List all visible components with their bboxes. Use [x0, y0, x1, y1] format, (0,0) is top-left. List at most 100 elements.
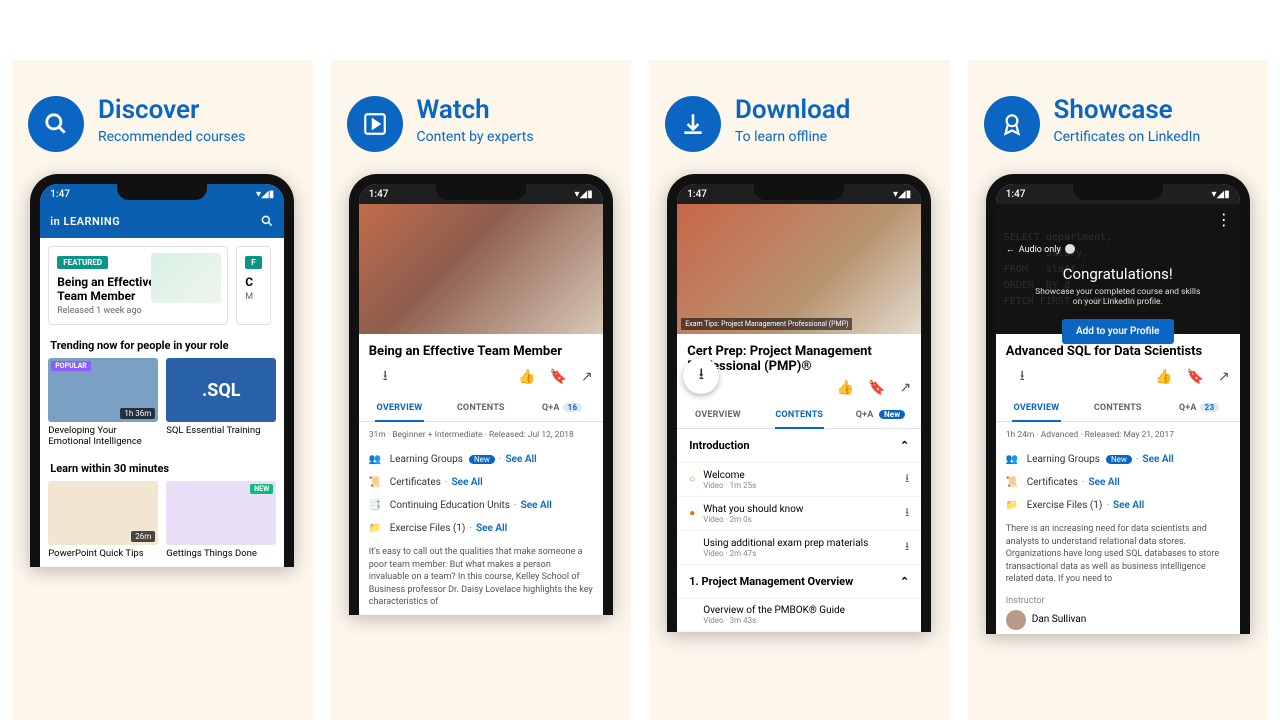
notch [117, 182, 207, 200]
status-time: 1:47 [687, 189, 707, 200]
row-label: Exercise Files (1) [1027, 500, 1103, 511]
tab-overview[interactable]: OVERVIEW [677, 402, 758, 428]
bookmark-icon[interactable]: 🔖 [550, 369, 567, 385]
section-title: Learn within 30 minutes [50, 462, 276, 475]
featured-released: Released 1 week ago [57, 306, 141, 316]
download-icon [665, 96, 721, 152]
video-hero[interactable] [359, 204, 603, 334]
status-bar: 1:47 ▾◢▮ [359, 184, 603, 204]
download-bubble-button[interactable]: ⭳ [683, 358, 719, 394]
tab-qa[interactable]: Q+A New [840, 402, 921, 428]
course-title: PowerPoint Quick Tips [48, 548, 158, 559]
lesson-title: Welcome [703, 470, 744, 481]
status-icons: ▾◢▮ [575, 189, 593, 200]
lesson-meta: Video · 2m 0s [703, 515, 905, 524]
search-icon[interactable] [260, 214, 274, 228]
panel-title: Download [735, 96, 850, 125]
see-all-link[interactable]: See All [1088, 477, 1119, 488]
course-title: SQL Essential Training [166, 425, 276, 436]
lesson-item[interactable]: ○WelcomeVideo · 1m 25s⭳ [677, 463, 921, 497]
lesson-item[interactable]: Overview of the PMBOK® GuideVideo · 3m 4… [677, 599, 921, 632]
share-icon[interactable]: ↗ [581, 369, 593, 385]
tab-overview[interactable]: OVERVIEW [359, 395, 440, 421]
tab-contents[interactable]: CONTENTS [759, 402, 840, 428]
course-description: There is an increasing need for data sci… [996, 517, 1240, 592]
course-meta: 1h 24m · Advanced · Released: May 21, 20… [996, 422, 1240, 448]
course-title: Developing Your Emotional Intelligence [48, 425, 158, 448]
brand-label: in LEARNING [50, 215, 120, 228]
ribbon-icon [984, 96, 1040, 152]
qa-count-badge: 16 [563, 403, 583, 412]
bookmark-icon[interactable]: 🔖 [868, 380, 885, 396]
new-badge: New [469, 455, 495, 464]
featured-tag: F [245, 256, 261, 269]
download-icon[interactable]: ⭳ [905, 537, 909, 558]
lesson-title: Overview of the PMBOK® Guide [703, 605, 845, 616]
panel-subtitle: To learn offline [735, 129, 850, 145]
section-intro[interactable]: Introduction ⌃ [677, 429, 921, 463]
share-icon[interactable]: ↗ [1218, 369, 1230, 385]
panel-watch: Watch Content by experts 1:47 ▾◢▮ Being … [331, 60, 632, 720]
tab-overview[interactable]: OVERVIEW [996, 395, 1077, 421]
download-icon[interactable]: ⭳ [905, 503, 909, 524]
share-icon[interactable]: ↗ [900, 380, 912, 396]
download-icon[interactable]: ⭳ [1020, 365, 1025, 389]
audio-only-toggle[interactable]: ← Audio only ⚪ [1006, 244, 1076, 255]
course-thumb[interactable]: .SQL SQL Essential Training [166, 358, 276, 448]
peek-line: M [245, 292, 253, 302]
panel-showcase: Showcase Certificates on LinkedIn 1:47▾◢… [968, 60, 1269, 720]
tab-contents[interactable]: CONTENTS [1077, 395, 1158, 421]
featured-card-peek[interactable]: F C M [236, 246, 270, 325]
see-all-link[interactable]: See All [506, 454, 537, 465]
panel-discover: Discover Recommended courses 1:47 ▾◢▮ in… [12, 60, 313, 720]
course-thumb[interactable]: POPULAR 1h 36m Developing Your Emotional… [48, 358, 158, 448]
add-to-profile-button[interactable]: Add to your Profile [1062, 319, 1174, 344]
panel-title: Discover [98, 96, 245, 125]
row-label: Continuing Education Units [390, 500, 510, 511]
phone-watch: 1:47 ▾◢▮ Being an Effective Team Member … [349, 174, 613, 615]
lesson-title: Using additional exam prep materials [703, 538, 868, 549]
like-icon[interactable]: 👍 [837, 380, 854, 396]
panel-head: Discover Recommended courses [12, 96, 313, 174]
instructor-row[interactable]: Dan Sullivan [996, 606, 1240, 634]
see-all-link[interactable]: See All [451, 477, 482, 488]
section-label: 1. Project Management Overview [689, 575, 853, 588]
course-title: Being an Effective Team Member [359, 334, 603, 363]
featured-card[interactable]: FEATURED Being an Effective Team Member … [48, 246, 228, 325]
lesson-item[interactable]: ●What you should knowVideo · 2m 0s⭳ [677, 497, 921, 531]
lesson-meta: Video · 2m 47s [703, 549, 905, 558]
panel-title: Showcase [1054, 96, 1201, 125]
qa-count-badge: 23 [1200, 403, 1220, 412]
see-all-link[interactable]: See All [521, 500, 552, 511]
course-thumb[interactable]: NEW Gettings Things Done [166, 481, 276, 559]
tab-contents[interactable]: CONTENTS [440, 395, 521, 421]
panel-subtitle: Recommended courses [98, 129, 245, 145]
new-badge: New [1106, 455, 1132, 464]
featured-tag: FEATURED [57, 256, 108, 269]
more-icon[interactable]: ⋮ [1216, 210, 1232, 229]
lesson-title: What you should know [703, 504, 803, 515]
like-icon[interactable]: 👍 [518, 369, 535, 385]
course-thumb[interactable]: 26m PowerPoint Quick Tips [48, 481, 158, 559]
row-label: Learning Groups [1027, 454, 1100, 465]
video-hero[interactable]: Exam Tips: Project Management Profession… [677, 204, 921, 334]
see-all-link[interactable]: See All [1143, 454, 1174, 465]
tab-qa[interactable]: Q+A16 [521, 395, 602, 421]
tab-qa[interactable]: Q+A23 [1158, 395, 1239, 421]
status-time: 1:47 [1006, 189, 1026, 200]
status-time: 1:47 [50, 189, 70, 200]
lesson-item[interactable]: Using additional exam prep materialsVide… [677, 531, 921, 565]
see-all-link[interactable]: See All [1113, 500, 1144, 511]
like-icon[interactable]: 👍 [1155, 369, 1172, 385]
bookmark-icon[interactable]: 🔖 [1187, 369, 1204, 385]
section-pm-overview[interactable]: 1. Project Management Overview ⌃ [677, 565, 921, 599]
chevron-up-icon: ⌃ [900, 439, 909, 452]
section-label: Introduction [689, 439, 749, 452]
lesson-meta: Video · 1m 25s [703, 481, 905, 490]
congrats-overlay: ← Audio only ⚪ Congratulations! Showcase… [996, 204, 1240, 334]
sql-thumb: .SQL [166, 358, 276, 422]
featured-title: Being an Effective Team Member [57, 275, 157, 303]
download-icon[interactable]: ⭳ [383, 365, 388, 389]
see-all-link[interactable]: See All [476, 523, 507, 534]
download-icon[interactable]: ⭳ [905, 469, 909, 490]
